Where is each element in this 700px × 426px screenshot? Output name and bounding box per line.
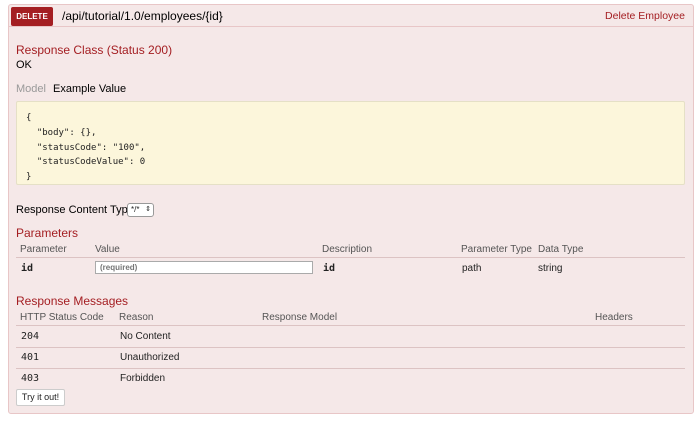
table-row-code: 204 bbox=[21, 331, 40, 342]
operation-summary-link[interactable]: Delete Employee bbox=[605, 10, 685, 23]
table-row-code: 401 bbox=[21, 352, 40, 363]
tab-example-value[interactable]: Example Value bbox=[53, 83, 126, 95]
param-description: id bbox=[323, 263, 336, 274]
param-name: id bbox=[21, 263, 34, 274]
table-row-code: 403 bbox=[21, 373, 40, 384]
response-class-status: OK bbox=[16, 59, 32, 71]
param-col-value: Value bbox=[95, 244, 120, 255]
response-content-type-label: Response Content Type bbox=[16, 204, 134, 216]
response-class-title: Response Class (Status 200) bbox=[16, 43, 173, 57]
resp-col-response-model: Response Model bbox=[262, 312, 338, 323]
param-header-divider bbox=[16, 257, 685, 258]
tab-model[interactable]: Model bbox=[16, 83, 46, 95]
resp-col-reason: Reason bbox=[119, 312, 154, 323]
param-type: path bbox=[462, 263, 482, 274]
table-row-reason: Forbidden bbox=[120, 373, 166, 384]
response-content-type-value: */* bbox=[131, 205, 140, 214]
resp-header-divider bbox=[16, 325, 685, 326]
param-col-parameter: Parameter bbox=[20, 244, 67, 255]
param-col-description: Description bbox=[322, 244, 373, 255]
operation-header[interactable]: DELETE /api/tutorial/1.0/employees/{id} … bbox=[9, 5, 693, 27]
example-value-code: { "body": {}, "statusCode": "100", "stat… bbox=[26, 113, 146, 183]
endpoint-path[interactable]: /api/tutorial/1.0/employees/{id} bbox=[62, 9, 223, 23]
example-value-snippet[interactable]: { "body": {}, "statusCode": "100", "stat… bbox=[16, 101, 685, 185]
response-messages-title: Response Messages bbox=[16, 294, 129, 308]
table-row-reason: No Content bbox=[120, 331, 171, 342]
table-row-divider bbox=[16, 347, 685, 348]
resp-col-headers: Headers bbox=[595, 312, 633, 323]
response-content-type-select[interactable]: */* ⇕ bbox=[127, 203, 154, 217]
table-row-reason: Unauthorized bbox=[120, 352, 180, 363]
parameters-title: Parameters bbox=[16, 226, 79, 240]
param-col-data-type: Data Type bbox=[538, 244, 584, 255]
param-id-input[interactable] bbox=[95, 261, 313, 274]
resp-col-status-code: HTTP Status Code bbox=[20, 312, 104, 323]
param-data-type: string bbox=[538, 263, 563, 274]
try-it-out-button[interactable]: Try it out! bbox=[16, 389, 65, 406]
table-row-divider bbox=[16, 368, 685, 369]
param-col-type: Parameter Type bbox=[461, 244, 532, 255]
operation-panel: DELETE /api/tutorial/1.0/employees/{id} … bbox=[8, 4, 694, 414]
http-method-badge[interactable]: DELETE bbox=[11, 7, 53, 26]
select-arrows-icon: ⇕ bbox=[145, 206, 151, 213]
